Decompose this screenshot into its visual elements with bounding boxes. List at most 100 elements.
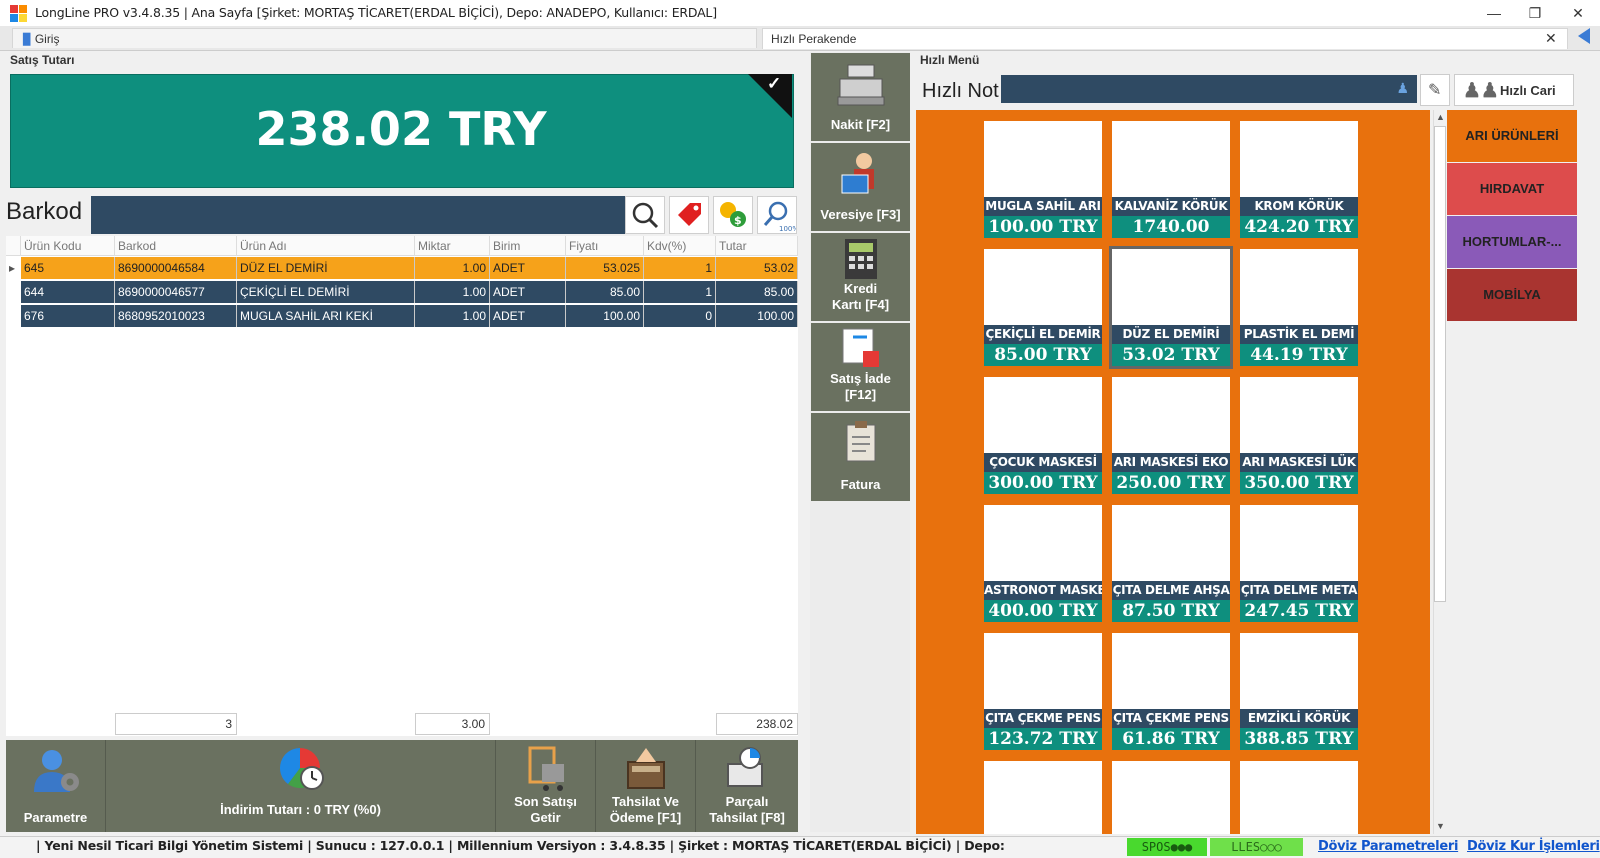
product-name: ARI MASKESİ LÜK — [1240, 453, 1358, 472]
tahsilat-line1: Tahsilat Ve — [612, 794, 679, 809]
column-header-miktar[interactable]: Miktar — [415, 236, 490, 256]
product-tile[interactable]: ÇOCUK MASKESİ 300.00 TRY — [984, 377, 1102, 494]
indirim-label: İndirim Tutarı : 0 TRY (%0) — [220, 802, 381, 817]
son-satisi-line2: Getir — [530, 810, 561, 825]
table-cell-kod[interactable]: 645 — [21, 257, 115, 279]
table-cell-barkod[interactable]: 8690000046584 — [115, 257, 237, 279]
table-cell-birim[interactable]: ADET — [490, 257, 566, 279]
check-icon[interactable]: ✓ — [767, 74, 781, 94]
product-tile[interactable]: ASTRONOT MASKE 400.00 TRY — [984, 505, 1102, 622]
product-price: 44.19 TRY — [1240, 344, 1358, 366]
table-cell-barkod[interactable]: 8680952010023 — [115, 305, 237, 327]
product-tile-partial[interactable] — [984, 761, 1102, 834]
product-tile-partial[interactable] — [1112, 761, 1230, 834]
table-cell-barkod[interactable]: 8690000046577 — [115, 281, 237, 303]
son-satisi-getir-button[interactable]: Son Satışı Getir — [496, 740, 596, 832]
product-tile-selected[interactable]: DÜZ EL DEMİRİ 53.02 TRY — [1112, 249, 1230, 366]
column-header-fiyati[interactable]: Fiyatı — [566, 236, 644, 256]
product-price: 250.00 TRY — [1112, 472, 1230, 494]
product-tile-partial[interactable] — [1240, 761, 1358, 834]
table-cell-miktar[interactable]: 1.00 — [415, 257, 490, 279]
invoice-clipboard-icon — [846, 421, 876, 462]
nakit-button[interactable]: Nakit [F2] — [811, 53, 910, 141]
tahsilat-odeme-button[interactable]: Tahsilat Ve Ödeme [F1] — [596, 740, 696, 832]
product-tile[interactable]: ÇITA ÇEKME PENS 123.72 TRY — [984, 633, 1102, 750]
product-tile[interactable]: ARI MASKESİ LÜK 350.00 TRY — [1240, 377, 1358, 494]
scrollbar-thumb[interactable] — [1434, 126, 1446, 602]
column-header-birim[interactable]: Birim — [490, 236, 566, 256]
table-cell-kdv[interactable]: 1 — [644, 281, 716, 303]
hizli-not-input[interactable]: ♟ — [1001, 75, 1417, 103]
category-hirdavat[interactable]: HIRDAVAT — [1447, 163, 1577, 215]
category-mobilya[interactable]: MOBİLYA — [1447, 269, 1577, 321]
zoom-button[interactable]: 100% — [757, 196, 799, 234]
table-cell-fiyat[interactable]: 53.025 — [566, 257, 644, 279]
table-cell-fiyat[interactable]: 85.00 — [566, 281, 644, 303]
product-tile[interactable]: KALVANİZ KÖRÜK1740.00 TRY — [1112, 121, 1230, 238]
hizli-cari-button[interactable]: ♟♟ Hızlı Cari — [1454, 74, 1574, 106]
indirim-button[interactable]: İndirim Tutarı : 0 TRY (%0) — [106, 740, 496, 832]
currency-button[interactable]: $ — [713, 196, 753, 234]
tab-giris[interactable]: ▉ Giriş — [12, 28, 757, 48]
sales-total-section-title: Satış Tutarı — [10, 53, 75, 67]
table-cell-birim[interactable]: ADET — [490, 305, 566, 327]
table-cell-kdv[interactable]: 0 — [644, 305, 716, 327]
fatura-button[interactable]: Fatura — [811, 413, 910, 501]
product-tile[interactable]: EMZİKLİ KÖRÜK 388.85 TRY — [1240, 633, 1358, 750]
minimize-button[interactable]: — — [1476, 2, 1512, 24]
sales-total-amount: 238.02 TRY — [255, 102, 547, 156]
panel-toggle-arrow-icon[interactable] — [1578, 28, 1590, 44]
search-button[interactable] — [625, 196, 665, 234]
doviz-kur-islemleri-link[interactable]: Döviz Kur İşlemleri — [1467, 839, 1600, 854]
product-tile[interactable]: ARI MASKESİ EKO 250.00 TRY — [1112, 377, 1230, 494]
product-tile[interactable]: ÇEKİÇLİ EL DEMİR 85.00 TRY — [984, 249, 1102, 366]
product-tile[interactable]: ÇITA ÇEKME PENS 61.86 TRY — [1112, 633, 1230, 750]
parametre-button[interactable]: Parametre — [6, 740, 106, 832]
product-price: 100.00 TRY — [984, 216, 1102, 238]
product-tile[interactable]: MUGLA SAHİL ARI 100.00 TRY — [984, 121, 1102, 238]
price-tag-button[interactable] — [669, 196, 709, 234]
barkod-label: Barkod — [6, 198, 83, 225]
table-cell-kdv[interactable]: 1 — [644, 257, 716, 279]
column-header-tutar[interactable]: Tutar — [716, 236, 798, 256]
table-cell-miktar[interactable]: 1.00 — [415, 281, 490, 303]
parcali-line2: Tahsilat [F8] — [709, 810, 785, 825]
table-cell-tutar[interactable]: 100.00 — [716, 305, 798, 327]
category-hortumlar[interactable]: HORTUMLAR-... — [1447, 216, 1577, 268]
restore-button[interactable]: ❐ — [1517, 2, 1553, 24]
product-tile[interactable]: PLASTİK EL DEMİ 44.19 TRY — [1240, 249, 1358, 366]
table-cell-tutar[interactable]: 85.00 — [716, 281, 798, 303]
column-header-kdv[interactable]: Kdv(%) — [644, 236, 716, 256]
barkod-input[interactable] — [91, 196, 625, 234]
satis-iade-button[interactable]: Satış İade [F12] — [811, 323, 910, 411]
scroll-up-icon[interactable]: ▲ — [1436, 112, 1445, 122]
table-cell-fiyat[interactable]: 100.00 — [566, 305, 644, 327]
tab-hizli-perakende[interactable]: Hızlı Perakende — [762, 28, 1568, 49]
column-header-urun-kodu[interactable]: Ürün Kodu — [21, 236, 115, 256]
table-cell-kod[interactable]: 644 — [21, 281, 115, 303]
parcali-tahsilat-button[interactable]: Parçalı Tahsilat [F8] — [696, 740, 798, 832]
category-ari-urunleri[interactable]: ARI ÜRÜNLERİ — [1447, 110, 1577, 162]
close-tab-icon[interactable]: ✕ — [1545, 28, 1557, 48]
product-tile[interactable]: ÇITA DELME AHŞA 87.50 TRY — [1112, 505, 1230, 622]
table-cell-miktar[interactable]: 1.00 — [415, 305, 490, 327]
table-cell-ad[interactable]: MUGLA SAHİL ARI KEKİ — [237, 305, 415, 327]
person-edit-button[interactable]: ✎ — [1420, 74, 1450, 106]
lles-indicator: LLES○○○ — [1210, 838, 1303, 856]
table-cell-kod[interactable]: 676 — [21, 305, 115, 327]
product-tile[interactable]: ÇITA DELME META 247.45 TRY — [1240, 505, 1358, 622]
table-cell-birim[interactable]: ADET — [490, 281, 566, 303]
doviz-parametreleri-link[interactable]: Döviz Parametreleri — [1318, 839, 1458, 854]
column-header-urun-adi[interactable]: Ürün Adı — [237, 236, 415, 256]
person-small-icon: ♟ — [1396, 80, 1409, 96]
veresiye-button[interactable]: Veresiye [F3] — [811, 143, 910, 231]
close-window-button[interactable]: ✕ — [1560, 2, 1596, 24]
kredi-karti-button[interactable]: Kredi Kartı [F4] — [811, 233, 910, 321]
scroll-down-icon[interactable]: ▼ — [1436, 821, 1445, 831]
column-header-barkod[interactable]: Barkod — [115, 236, 237, 256]
table-cell-ad[interactable]: ÇEKİÇLİ EL DEMİRİ — [237, 281, 415, 303]
table-cell-tutar[interactable]: 53.02 — [716, 257, 798, 279]
product-price: 400.00 TRY — [984, 600, 1102, 622]
table-cell-ad[interactable]: DÜZ EL DEMİRİ — [237, 257, 415, 279]
product-tile[interactable]: KROM KÖRÜK 424.20 TRY — [1240, 121, 1358, 238]
